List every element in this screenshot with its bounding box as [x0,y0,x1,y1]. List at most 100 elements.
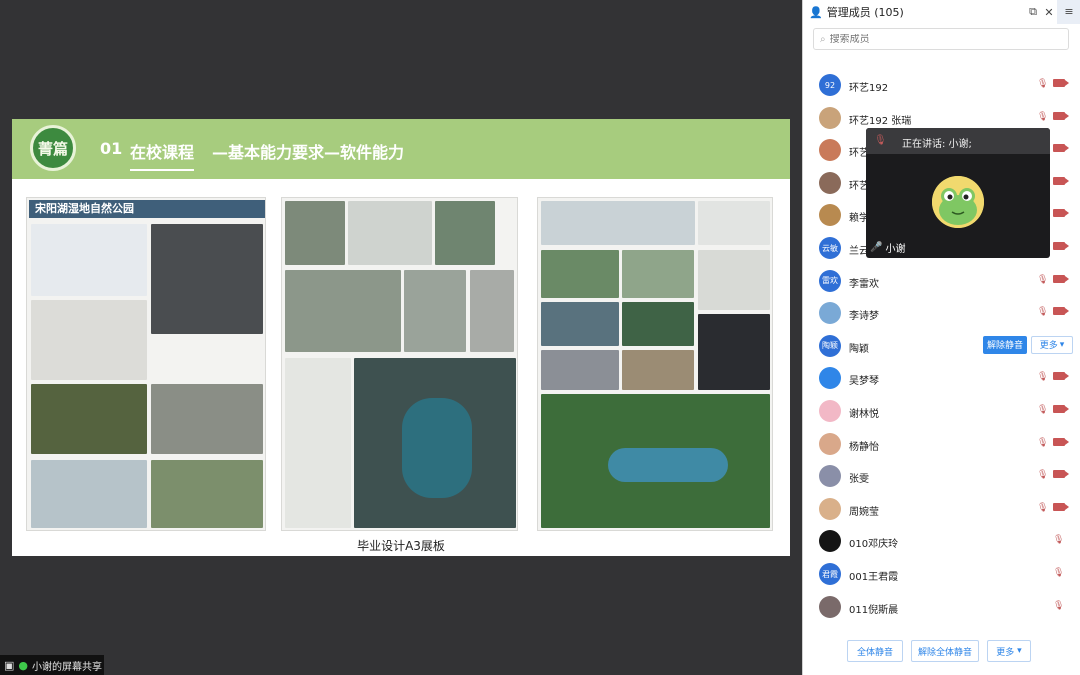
avatar [819,139,841,162]
member-name: 环艺192 张瑞 [849,115,912,127]
avatar [819,595,841,618]
avatar: 雷欢 [819,269,841,292]
camera-off-icon[interactable] [1053,502,1069,511]
camera-off-icon[interactable] [1053,144,1069,153]
member-row[interactable]: 011倪斯晨 🎙 [803,592,1080,624]
member-name: 吴梦琴 [849,376,879,388]
avatar: 92 [819,74,841,96]
camera-off-icon[interactable] [1053,111,1069,120]
board-caption: 毕业设计A3展板 [357,539,445,553]
avatar-text: 雷欢 [822,276,838,286]
frog-avatar-icon [932,176,984,228]
avatar: 君霞 [819,563,841,585]
speaker-header: 🎙 正在讲话: 小谢; [866,128,1050,154]
active-speaker-window[interactable]: 🎙 正在讲话: 小谢; 🎤 小谢 [866,128,1050,258]
speaker-name: 小谢 [885,244,906,255]
member-row[interactable]: 李诗梦 🎙 [803,298,1080,330]
camera-off-icon[interactable] [1053,307,1069,316]
footer-more-button[interactable]: 更多 ▾ [987,640,1031,662]
design-board-3 [537,197,773,531]
member-more-button[interactable]: 更多 ▾ [1031,335,1073,354]
screen-share-label: 小谢的屏幕共享 [32,661,103,673]
member-row[interactable]: 谢林悦 🎙 [803,396,1080,428]
member-name: 谢林悦 [849,409,879,420]
avatar-text: 君霞 [822,569,838,579]
member-row[interactable]: 010邓庆玲 🎙 [803,526,1080,558]
member-row[interactable]: 雷欢 李雷欢 🎙 [803,266,1080,298]
mic-muted-icon[interactable]: 🎙 [1037,275,1048,285]
presentation-slide: 菁篇 01 在校课程 —基本能力要求—软件能力 宋阳湖湿地自然公园 毕业设计A3… [12,119,790,556]
avatar [819,204,841,227]
avatar-text: 92 [824,80,836,90]
avatar [819,400,841,422]
member-row[interactable]: 君霞 001王君霞 🎙 [803,559,1080,591]
member-row[interactable]: 张雯 🎙 [803,461,1080,493]
section-subtitle: —基本能力要求—软件能力 [212,143,405,162]
mic-muted-icon[interactable]: 🎙 [1037,307,1048,317]
mic-muted-icon[interactable]: 🎙 [1053,568,1064,578]
avatar [819,302,841,325]
avatar [819,530,841,553]
close-icon[interactable]: ✕ [1041,6,1057,19]
panel-header: 👤 管理成员 (105) ⧉ ✕ ≡ [803,0,1080,24]
camera-off-icon[interactable] [1053,209,1069,218]
member-row[interactable]: 吴梦琴 🎙 [803,363,1080,395]
speaker-status: 正在讲话: 小谢; [902,139,972,150]
search-input[interactable] [829,33,1050,45]
mic-muted-icon[interactable]: 🎙 [1037,503,1048,513]
footer-more-label: 更多 [996,647,1015,658]
logo-text: 菁篇 [37,139,68,158]
mic-muted-icon[interactable]: 🎙 [1053,601,1064,611]
camera-off-icon[interactable] [1053,372,1069,381]
member-more-label: 更多 [1039,341,1058,352]
member-panel: 👤 管理成员 (105) ⧉ ✕ ≡ ⌕ 92 环艺192 🎙 环艺192 张瑞 🎙 环艺… [802,0,1080,675]
mic-muted-icon[interactable]: 🎙 [1037,438,1048,448]
board-title: 宋阳湖湿地自然公园 [29,200,265,218]
camera-off-icon[interactable] [1053,405,1069,413]
mic-muted-icon[interactable]: 🎙 [1037,112,1048,122]
member-row[interactable]: 92 环艺192 🎙 [803,70,1080,102]
member-name: 张雯 [849,474,869,486]
chevron-down-icon: ▾ [1059,339,1065,350]
slide-header: 菁篇 01 在校课程 —基本能力要求—软件能力 [12,119,790,179]
members-icon: 👤 [809,5,823,19]
unmute-all-button[interactable]: 解除全体静音 [911,640,979,662]
camera-off-icon[interactable] [1053,437,1069,446]
screen-share-icon: ▣ [4,658,15,672]
camera-off-icon[interactable] [1053,242,1069,250]
member-name: 杨静怡 [849,441,879,453]
mic-muted-icon[interactable]: 🎙 [1037,79,1048,89]
search-box[interactable]: ⌕ [813,28,1069,50]
member-name: 李雷欢 [849,278,879,290]
avatar-text: 云敏 [822,243,838,253]
unmute-button[interactable]: 解除静音 [983,335,1027,354]
camera-off-icon[interactable] [1053,176,1069,185]
speaker-avatar [932,176,984,228]
mic-on-icon: 🎤 [870,242,883,253]
chevron-down-icon: ▾ [1017,646,1022,656]
mic-muted-icon[interactable]: 🎙 [1037,405,1048,415]
mic-muted-icon[interactable]: 🎙 [1053,535,1064,545]
member-name: 周婉莹 [849,506,879,518]
speaker-name-row: 🎤 小谢 [870,240,905,255]
screen-share-bar[interactable]: ▣ ● 小谢的屏幕共享 [0,655,104,675]
mute-all-button[interactable]: 全体静音 [847,640,903,662]
avatar: 云敏 [819,237,841,259]
avatar [819,465,841,488]
member-row[interactable]: 杨静怡 🎙 [803,429,1080,461]
member-row[interactable]: 陶颖 陶颖 解除静音 更多 ▾ [803,331,1080,363]
popout-icon[interactable]: ⧉ [1025,5,1041,19]
camera-off-icon[interactable] [1053,79,1069,87]
member-name: 环艺192 [849,83,889,94]
camera-off-icon[interactable] [1053,470,1069,479]
member-name: 李诗梦 [849,311,879,323]
menu-icon[interactable]: ≡ [1057,0,1080,24]
avatar [819,171,841,194]
member-name: 001王君霞 [849,572,899,583]
avatar-text: 陶颖 [822,341,838,351]
member-row[interactable]: 周婉莹 🎙 [803,494,1080,526]
avatar [819,497,841,520]
mic-muted-icon[interactable]: 🎙 [1037,372,1048,382]
mic-muted-icon[interactable]: 🎙 [1037,470,1048,480]
camera-off-icon[interactable] [1053,274,1069,283]
